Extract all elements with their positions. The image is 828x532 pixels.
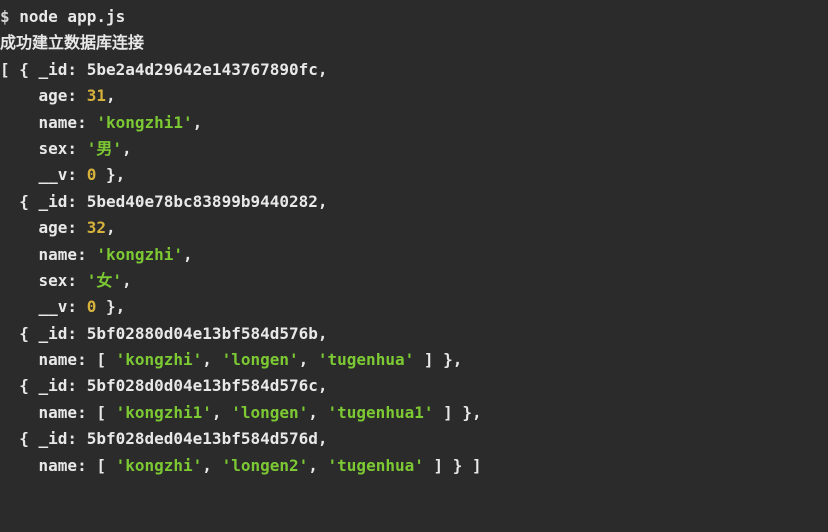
output-line: __v: 0 },	[0, 294, 828, 320]
output-line: name: [ 'kongzhi', 'longen2', 'tugenhua'…	[0, 453, 828, 479]
connection-message: 成功建立数据库连接	[0, 30, 828, 56]
shell-prompt: $	[0, 7, 19, 26]
output-line: age: 31,	[0, 83, 828, 109]
output-line: { _id: 5bed40e78bc83899b9440282,	[0, 189, 828, 215]
output-line: age: 32,	[0, 215, 828, 241]
output-line: { _id: 5bf028ded04e13bf584d576d,	[0, 426, 828, 452]
output-line: name: 'kongzhi1',	[0, 110, 828, 136]
command-text: node app.js	[19, 7, 125, 26]
output-line: [ { _id: 5be2a4d29642e143767890fc,	[0, 57, 828, 83]
output-line: sex: '男',	[0, 136, 828, 162]
command-line: $ node app.js	[0, 4, 828, 30]
terminal-output: $ node app.js 成功建立数据库连接 [ { _id: 5be2a4d…	[0, 4, 828, 479]
output-line: name: [ 'kongzhi1', 'longen', 'tugenhua1…	[0, 400, 828, 426]
output-line: { _id: 5bf02880d04e13bf584d576b,	[0, 321, 828, 347]
output-line: { _id: 5bf028d0d04e13bf584d576c,	[0, 373, 828, 399]
output-line: name: [ 'kongzhi', 'longen', 'tugenhua' …	[0, 347, 828, 373]
output-line: name: 'kongzhi',	[0, 242, 828, 268]
output-line: sex: '女',	[0, 268, 828, 294]
output-line: __v: 0 },	[0, 162, 828, 188]
